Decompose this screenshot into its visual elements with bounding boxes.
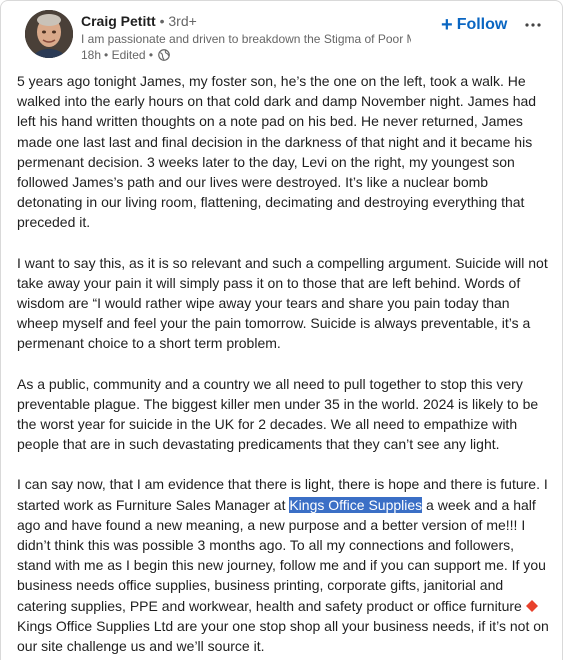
post-card: Craig Petitt • 3rd+ I am passionate and … <box>0 0 563 660</box>
post-paragraph-1: 5 years ago tonight James, my foster son… <box>17 73 537 231</box>
edited-label: • Edited • <box>104 48 154 62</box>
author-headline: I am passionate and driven to breakdown … <box>81 32 411 46</box>
post-time: 18h <box>81 48 102 62</box>
author-name-line: Craig Petitt • 3rd+ <box>81 12 421 30</box>
post-meta: 18h • Edited • <box>81 47 421 63</box>
post-paragraph-3: As a public, community and a country we … <box>17 375 539 453</box>
post-header: Craig Petitt • 3rd+ I am passionate and … <box>25 10 555 62</box>
ellipsis-icon <box>525 23 541 27</box>
avatar[interactable] <box>25 10 73 58</box>
paragraph-4-middle: a week and a half ago and have found a n… <box>17 496 546 614</box>
plus-icon: + <box>441 14 453 36</box>
follow-button[interactable]: + Follow <box>437 10 511 40</box>
post-paragraph-4: I can say now, that I am evidence that t… <box>17 474 551 656</box>
red-diamond-icon <box>525 597 538 612</box>
selected-company-link[interactable]: Kings Office Supplies <box>289 496 423 513</box>
post-body: 5 years ago tonight James, my foster son… <box>17 71 551 656</box>
follow-label: Follow <box>456 16 508 33</box>
connection-degree: • 3rd+ <box>159 13 197 29</box>
globe-icon <box>158 49 170 61</box>
author-info: Craig Petitt • 3rd+ I am passionate and … <box>81 12 421 63</box>
more-options-button[interactable] <box>520 12 546 38</box>
post-paragraph-2: I want to say this, as it is so relevant… <box>17 254 548 352</box>
author-name[interactable]: Craig Petitt <box>81 13 156 29</box>
paragraph-4-tail: Kings Office Supplies Ltd are your one s… <box>17 617 549 655</box>
